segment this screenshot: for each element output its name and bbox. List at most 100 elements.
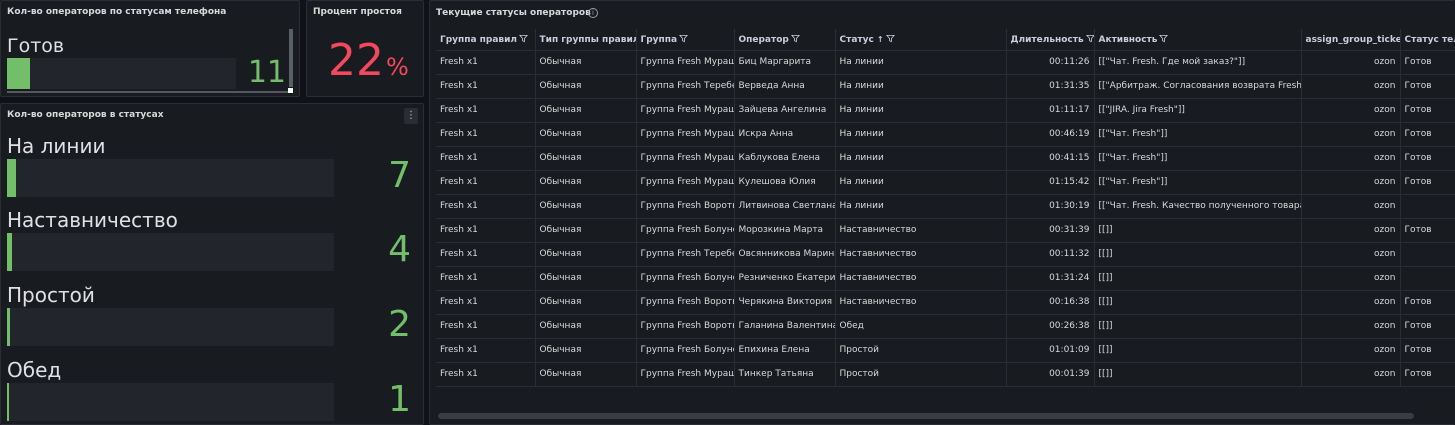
- table-cell: Группа Fresh Болунец: [636, 218, 735, 243]
- table-cell: Епихина Елена: [734, 338, 836, 363]
- table-row[interactable]: Fresh x1ОбычнаяГруппа Fresh ВоротынскЛит…: [436, 194, 1455, 219]
- table-header-row: Группа правил Тип группы правил Группа Опер…: [436, 29, 1455, 51]
- column-header[interactable]: Статус телефона: [1400, 29, 1455, 51]
- column-header[interactable]: Группа: [636, 29, 735, 51]
- table-cell: Готов: [1400, 146, 1455, 171]
- idle-percent-panel: Процент простоя 22%: [306, 0, 424, 97]
- table-cell: Искра Анна: [734, 122, 836, 147]
- filter-icon[interactable]: [1159, 34, 1169, 43]
- table-cell: Обычная: [535, 266, 637, 291]
- table-cell: Fresh x1: [436, 218, 536, 243]
- table-row[interactable]: Fresh x1ОбычнаяГруппа Fresh МурашиноТинк…: [436, 362, 1455, 387]
- table-cell: Готов: [1400, 338, 1455, 363]
- sort-ascending-icon[interactable]: ↑: [877, 35, 884, 44]
- table-cell: 01:31:24: [1006, 266, 1095, 291]
- table-cell: ozon: [1301, 338, 1401, 363]
- bar-fill: [7, 159, 16, 197]
- scrollbar-thumb[interactable]: [289, 29, 293, 87]
- table-cell: ozon: [1301, 314, 1401, 339]
- table-cell: Обычная: [535, 74, 637, 99]
- table-cell: [[]]: [1094, 218, 1302, 243]
- column-header-label: Длительность: [1010, 34, 1084, 45]
- table-row[interactable]: Fresh x1 Обычная Группа Fresh Болунец Мороз…: [436, 218, 1455, 243]
- column-header[interactable]: Оператор: [734, 29, 836, 51]
- table-cell: Наставничество: [835, 290, 1007, 315]
- resize-handle[interactable]: [288, 88, 293, 93]
- table-cell: Fresh x1: [436, 98, 536, 123]
- table-row[interactable]: Fresh x1ОбычнаяГруппа Fresh ВоротынскГал…: [436, 314, 1455, 339]
- table-cell: Fresh x1: [436, 362, 536, 387]
- info-icon[interactable]: i: [588, 8, 598, 18]
- table-cell: На линии: [835, 50, 1007, 75]
- horizontal-scrollbar[interactable]: [438, 413, 1414, 419]
- table-row[interactable]: Fresh x1ОбычнаяГруппа Fresh ТеребеневоВе…: [436, 74, 1455, 99]
- table-cell: 00:16:38: [1006, 290, 1095, 315]
- table-cell: [["Чат. Fresh"]]: [1094, 170, 1302, 195]
- phone-status-panel: Кол-во операторов по статусам телефона Г…: [0, 0, 300, 97]
- status-label: Простой: [7, 283, 95, 307]
- table-cell: Обычная: [535, 338, 637, 363]
- table-cell: 00:26:38: [1006, 314, 1095, 339]
- table-cell: Fresh x1: [436, 74, 536, 99]
- table-cell: ozon: [1301, 194, 1401, 219]
- table-row[interactable]: Fresh x1ОбычнаяГруппа Fresh МурашиноКуле…: [436, 170, 1455, 195]
- table-row[interactable]: Fresh x1 Обычная Группа Fresh Болунец Епихи…: [436, 338, 1455, 363]
- column-header[interactable]: Тип группы правил: [535, 29, 637, 51]
- column-header[interactable]: Статус ↑: [835, 29, 1007, 51]
- phone-status-value: 11: [247, 55, 286, 90]
- column-header[interactable]: Длительность: [1006, 29, 1095, 51]
- table-row[interactable]: Fresh x1ОбычнаяГруппа Fresh ВоротынскЧер…: [436, 290, 1455, 315]
- table-cell: Обычная: [535, 362, 637, 387]
- bar-fill: [7, 233, 12, 271]
- table-cell: Группа Fresh Теребенево: [636, 74, 735, 99]
- table-row[interactable]: Fresh x1 Обычная Группа Fresh Болунец Резни…: [436, 266, 1455, 291]
- filter-icon[interactable]: [885, 34, 895, 43]
- status-count: 1: [388, 379, 411, 420]
- bar-track: [7, 383, 334, 421]
- table-cell: Готов: [1400, 362, 1455, 387]
- table-row[interactable]: Fresh x1ОбычнаяГруппа Fresh МурашиноКабл…: [436, 146, 1455, 171]
- table-cell: На линии: [835, 170, 1007, 195]
- column-header-label: Статус телефона: [1404, 34, 1455, 45]
- table-cell: Наставничество: [835, 218, 1007, 243]
- column-header[interactable]: Группа правил: [436, 29, 536, 51]
- filter-icon[interactable]: [519, 34, 528, 43]
- table-cell: [["Чат. Fresh. Где мой заказ?"]]: [1094, 50, 1302, 75]
- filter-icon[interactable]: [679, 34, 689, 43]
- table-cell: Группа Fresh Воротынск: [636, 290, 735, 315]
- column-header[interactable]: Активность: [1094, 29, 1302, 51]
- panel-title: Кол-во операторов в статусах: [7, 110, 164, 120]
- panel-title: Текущие статусы операторов: [436, 8, 591, 18]
- table-cell: Fresh x1: [436, 338, 536, 363]
- table-cell: ozon: [1301, 242, 1401, 267]
- horizontal-scrollbar[interactable]: [7, 91, 289, 93]
- table-body: Fresh x1ОбычнаяГруппа Fresh МурашиноБиц …: [436, 50, 1455, 387]
- table-cell: Простой: [835, 338, 1007, 363]
- status-bar-row: Простой 2: [1, 283, 423, 355]
- table-row[interactable]: Fresh x1ОбычнаяГруппа Fresh МурашиноБиц …: [436, 50, 1455, 75]
- table-cell: [[]]: [1094, 338, 1302, 363]
- kebab-menu-icon[interactable]: ⋮: [404, 108, 418, 124]
- table-cell: ozon: [1301, 122, 1401, 147]
- table-cell: Морозкина Марта: [734, 218, 836, 243]
- table-cell: [[]]: [1094, 266, 1302, 291]
- operator-status-panel: Кол-во операторов в статусах ⋮ На линии 7…: [0, 103, 424, 425]
- filter-icon[interactable]: [1085, 34, 1094, 43]
- filter-icon[interactable]: [790, 34, 800, 43]
- table-row[interactable]: Fresh x1ОбычнаяГруппа Fresh МурашиноЗайц…: [436, 98, 1455, 123]
- table-row[interactable]: Fresh x1ОбычнаяГруппа Fresh МурашиноИскр…: [436, 122, 1455, 147]
- table-cell: Fresh x1: [436, 50, 536, 75]
- table-cell: Верведа Анна: [734, 74, 836, 99]
- table-row[interactable]: Fresh x1ОбычнаяГруппа Fresh ТеребеневоОв…: [436, 242, 1455, 267]
- table-cell: Обычная: [535, 218, 637, 243]
- column-header-label: Группа: [640, 34, 678, 45]
- column-header[interactable]: assign_group_ticket: [1301, 29, 1401, 51]
- table-cell: Обычная: [535, 314, 637, 339]
- table-cell: Fresh x1: [436, 194, 536, 219]
- table-cell: 01:15:42: [1006, 170, 1095, 195]
- table-cell: Группа Fresh Болунец: [636, 266, 735, 291]
- table-cell: Обычная: [535, 290, 637, 315]
- panel-title: Кол-во операторов по статусам телефона: [7, 7, 227, 17]
- table-cell: Готов: [1400, 290, 1455, 315]
- table-cell: Группа Fresh Теребенево: [636, 242, 735, 267]
